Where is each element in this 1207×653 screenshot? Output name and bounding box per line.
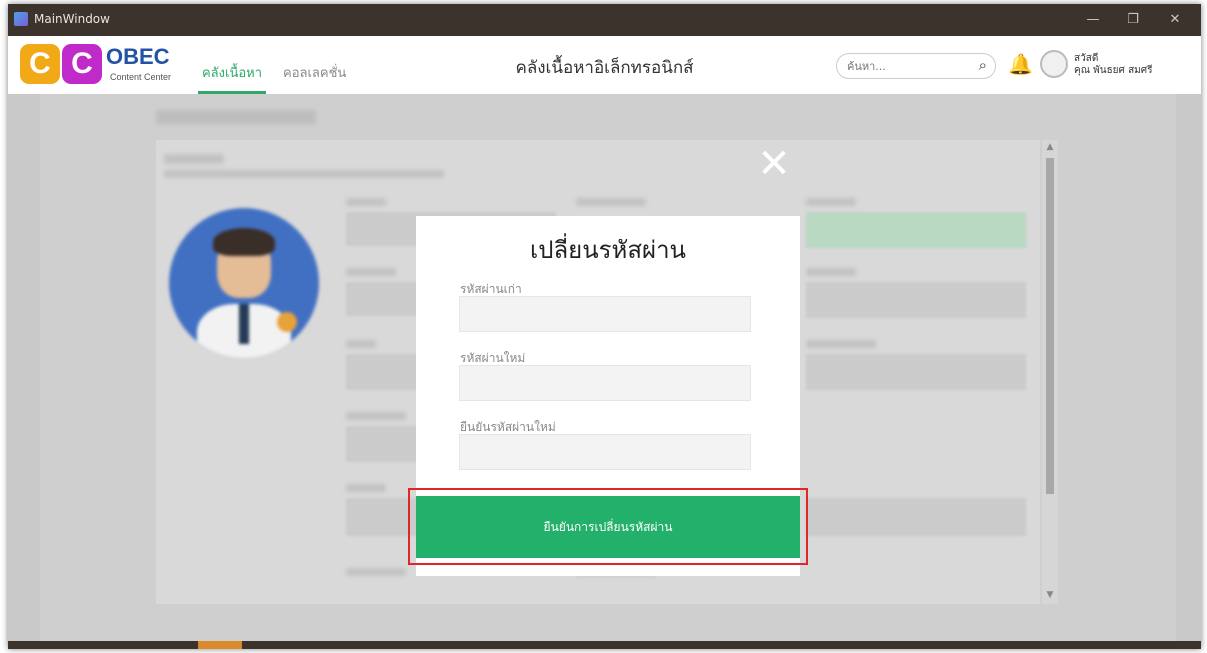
- profile-badge: [277, 312, 297, 332]
- breadcrumb: [156, 110, 316, 124]
- field-label: [806, 198, 856, 206]
- field-label: [346, 412, 406, 420]
- scroll-up-icon[interactable]: ▲: [1042, 142, 1058, 152]
- user-name[interactable]: คุณ พันธยศ สมศรี: [1074, 63, 1152, 78]
- profile-hair: [213, 228, 275, 256]
- scroll-down-icon[interactable]: ▼: [1042, 590, 1058, 600]
- card-heading: [164, 154, 224, 164]
- highlight-box: [408, 488, 808, 565]
- profile-tie: [239, 304, 249, 344]
- field-label: [346, 568, 406, 576]
- field-box: [806, 354, 1026, 390]
- field-label: [346, 340, 376, 348]
- search-icon[interactable]: ⌕: [979, 56, 987, 74]
- vertical-scrollbar[interactable]: ▲ ▼: [1042, 140, 1058, 604]
- confirm-password-field[interactable]: [459, 434, 751, 470]
- avatar[interactable]: [1040, 50, 1068, 78]
- restore-button[interactable]: ❐: [1118, 10, 1148, 30]
- minimize-button[interactable]: —: [1078, 10, 1108, 30]
- card-subheading: [164, 170, 444, 178]
- search-input[interactable]: [847, 57, 957, 75]
- search-box: ⌕: [836, 53, 996, 79]
- bottom-accent: [198, 641, 242, 649]
- modal-close-icon[interactable]: ✕: [756, 144, 792, 184]
- modal-title: เปลี่ยนรหัสผ่าน: [530, 236, 686, 264]
- new-password-field[interactable]: [459, 365, 751, 401]
- field-label: [806, 268, 856, 276]
- field-label: [346, 198, 386, 206]
- field-box: [806, 282, 1026, 318]
- close-window-button[interactable]: ✕: [1160, 10, 1190, 30]
- title-bar: MainWindow — ❐ ✕: [8, 4, 1201, 36]
- bottom-bar: [8, 641, 1201, 649]
- profile-picture: [169, 208, 319, 358]
- field-label: [346, 268, 396, 276]
- old-password-field[interactable]: [459, 296, 751, 332]
- status-field: [806, 212, 1026, 248]
- field-label: [576, 198, 646, 206]
- field-label: [806, 340, 876, 348]
- app-icon: [14, 12, 28, 26]
- dropdown-box: [806, 498, 1026, 536]
- app-header: C C OBEC Content Center คลังเนื้อหา คอลเ…: [8, 36, 1201, 94]
- bell-icon[interactable]: 🔔: [1008, 52, 1033, 76]
- scrollbar-thumb[interactable]: [1046, 158, 1054, 494]
- window-title: MainWindow: [34, 12, 110, 26]
- field-label: [346, 484, 386, 492]
